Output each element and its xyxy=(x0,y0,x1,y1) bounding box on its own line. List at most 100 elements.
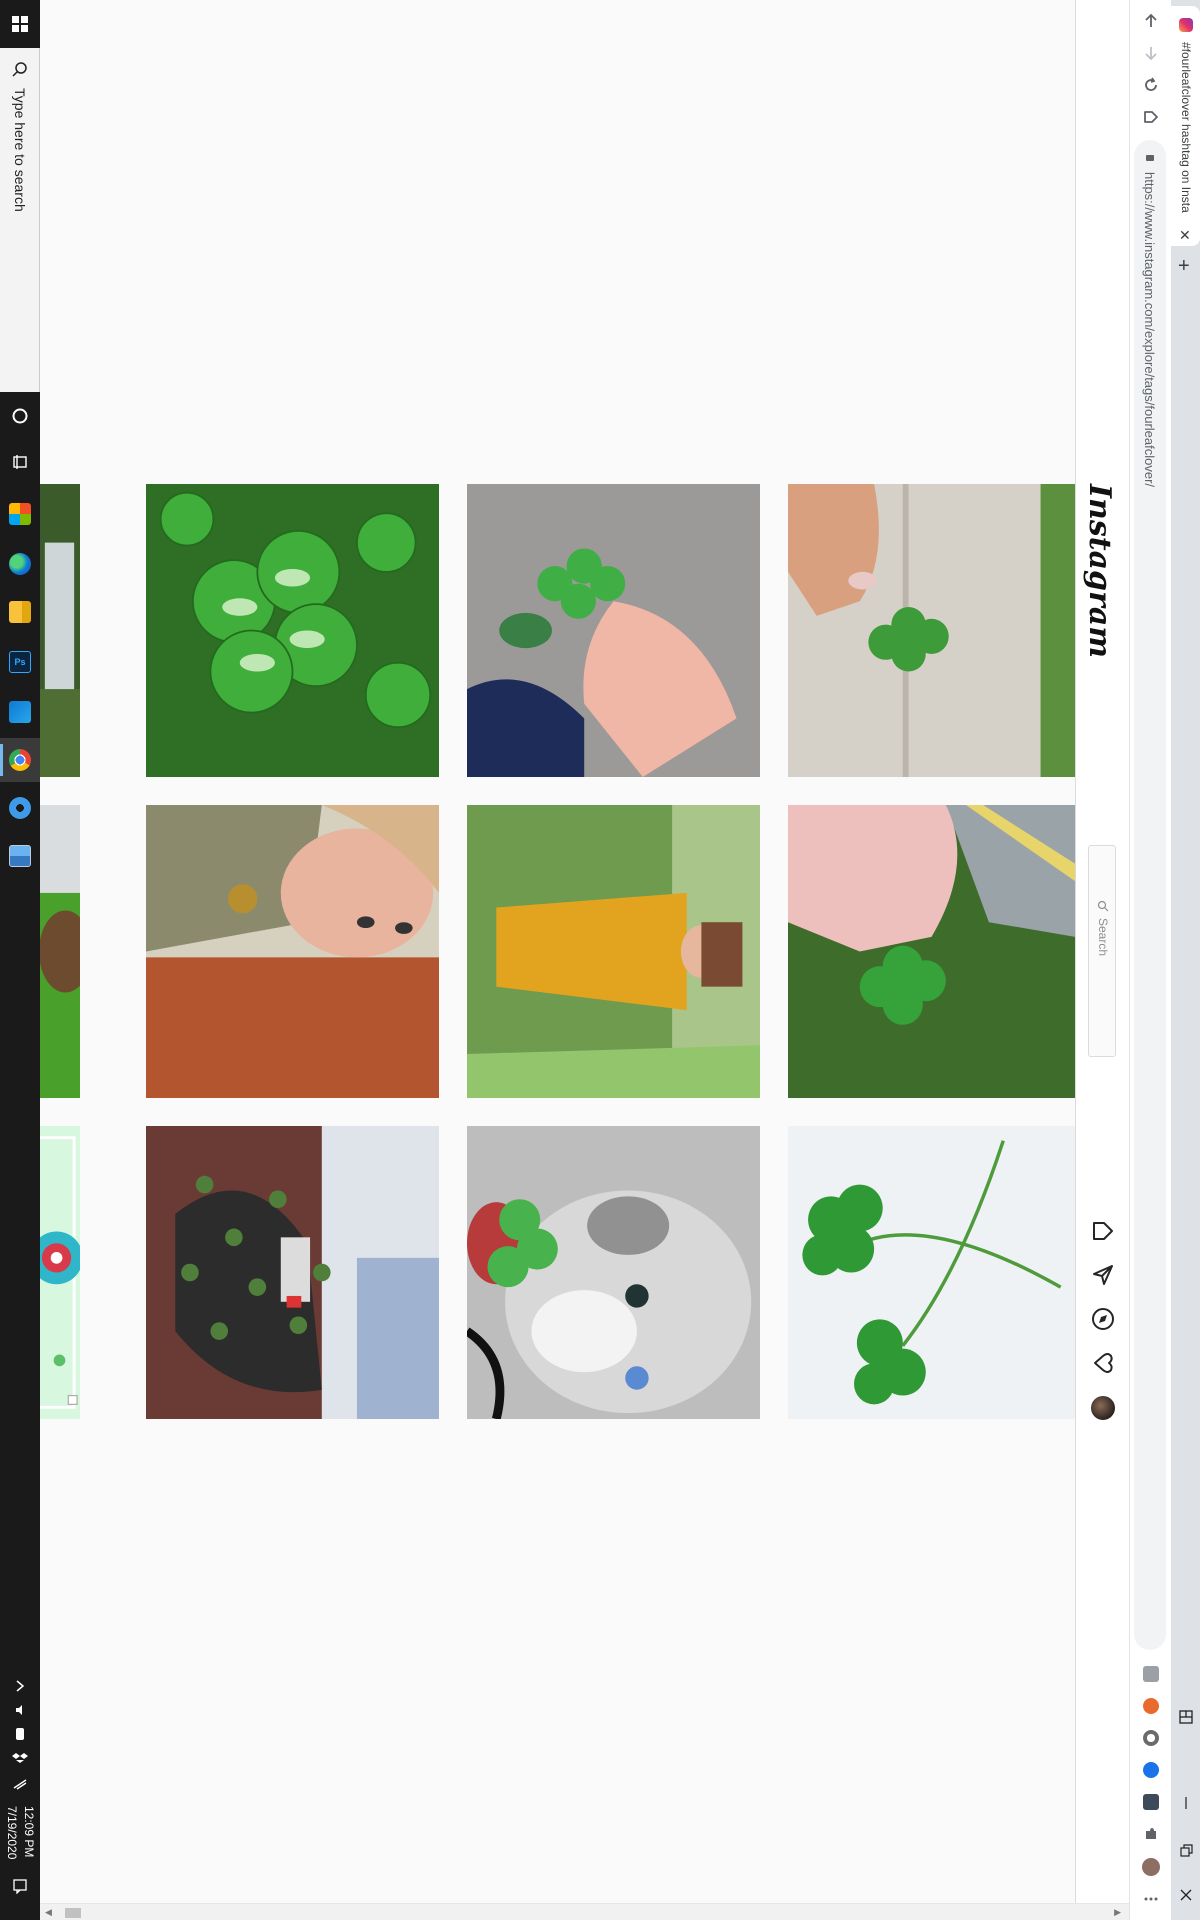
extension-orange-icon[interactable] xyxy=(1143,1698,1159,1714)
address-bar[interactable]: https://www.instagram.com/explore/tags/f… xyxy=(1134,140,1166,1650)
woman-yellow-dress-image xyxy=(467,805,760,1098)
extension-blue-icon[interactable] xyxy=(1143,1762,1159,1778)
back-arrow-icon[interactable] xyxy=(1142,12,1160,30)
menu-kebab-icon[interactable] xyxy=(1142,1890,1160,1908)
restore-icon[interactable] xyxy=(1177,1842,1195,1860)
clock-time: 12:09 PM xyxy=(22,1806,36,1858)
tab-close-button[interactable]: ✕ xyxy=(1179,228,1191,242)
horizontal-scrollbar[interactable]: ◀ ▶ xyxy=(40,1903,1129,1920)
taskbar-app-control-panel[interactable] xyxy=(0,834,40,878)
photo-illustration-image xyxy=(40,1126,80,1419)
photo-hand-holding-clover-sidewalk[interactable] xyxy=(788,484,1075,777)
photo-woman-yellow-lace-dress[interactable] xyxy=(467,805,760,1098)
tab-search-icon[interactable] xyxy=(1177,1708,1195,1726)
search-placeholder: Search xyxy=(1096,918,1110,957)
taskbar-app-photoshop[interactable]: Ps xyxy=(0,640,40,684)
cortana-button[interactable] xyxy=(0,394,40,438)
minimize-icon[interactable] xyxy=(1177,1794,1195,1812)
network-icon[interactable] xyxy=(12,1776,28,1792)
direct-messages-icon[interactable] xyxy=(1090,1262,1116,1288)
browser-toolbar: https://www.instagram.com/explore/tags/f… xyxy=(1129,0,1171,1920)
battery-icon[interactable] xyxy=(12,1726,28,1742)
edge-icon xyxy=(9,553,31,575)
task-view-button[interactable] xyxy=(0,440,40,484)
photo-fingers-holding-clover-road[interactable] xyxy=(788,805,1075,1098)
clock-date: 7/19/2020 xyxy=(5,1806,19,1860)
fingers-clover-road-image xyxy=(788,805,1075,1098)
settings-gear-icon xyxy=(9,797,31,819)
search-icon xyxy=(12,62,27,77)
hand-clover-sidewalk-image xyxy=(788,484,1075,777)
chevron-up-icon[interactable] xyxy=(12,1678,28,1694)
speaker-icon[interactable] xyxy=(12,1702,28,1718)
husky-clover-image xyxy=(467,1126,760,1419)
activity-heart-icon[interactable] xyxy=(1090,1350,1116,1376)
tab-instagram[interactable]: #fourleafclover hashtag on Insta ✕ xyxy=(1171,6,1200,246)
profile-avatar-icon[interactable] xyxy=(1142,1858,1160,1876)
taskbar-app-settings[interactable] xyxy=(0,786,40,830)
partial-photo-dog-grass[interactable] xyxy=(40,805,80,1098)
tab-title: #fourleafclover hashtag on Insta xyxy=(1179,42,1193,213)
home-icon[interactable] xyxy=(1090,1218,1116,1244)
scroll-left-arrow-icon[interactable]: ◀ xyxy=(45,1907,52,1918)
instagram-header: Instagram Search xyxy=(1075,0,1129,1920)
woman-necklace-image xyxy=(146,805,439,1098)
dropbox-icon[interactable] xyxy=(12,1750,28,1766)
partial-photo-illustration[interactable] xyxy=(40,1126,80,1419)
lock-icon xyxy=(1146,155,1154,161)
reload-icon[interactable] xyxy=(1142,76,1160,94)
chrome-icon xyxy=(9,749,31,771)
photo-potted-clover-plant[interactable] xyxy=(146,1126,439,1419)
scroll-right-arrow-icon[interactable]: ▶ xyxy=(1114,1907,1121,1918)
photo-two-clovers-white-background[interactable] xyxy=(788,1126,1075,1419)
windows-logo-icon xyxy=(12,16,28,32)
profile-avatar[interactable] xyxy=(1091,1396,1115,1420)
search-icon xyxy=(1097,900,1109,912)
outlook-icon xyxy=(9,701,31,723)
close-window-icon[interactable] xyxy=(1177,1886,1195,1904)
hand-clover-shoes-image xyxy=(467,484,760,777)
photo-dog-grass-image xyxy=(40,805,80,1098)
taskbar-app-edge[interactable] xyxy=(0,542,40,586)
photo-clover-leaves-closeup[interactable] xyxy=(146,484,439,777)
task-view-icon xyxy=(13,455,27,469)
taskbar-app-store[interactable] xyxy=(0,492,40,536)
explore-compass-icon[interactable] xyxy=(1090,1306,1116,1332)
taskbar-app-file-explorer[interactable] xyxy=(0,590,40,634)
clover-leaves-image xyxy=(146,484,439,777)
url-text: https://www.instagram.com/explore/tags/f… xyxy=(1142,172,1157,488)
potted-clover-image xyxy=(146,1126,439,1419)
photo-husky-with-clover[interactable] xyxy=(467,1126,760,1419)
partial-photo-street[interactable] xyxy=(40,484,80,777)
system-clock[interactable]: 12:09 PM 7/19/2020 xyxy=(0,1800,40,1876)
new-tab-button[interactable]: + xyxy=(1178,256,1190,276)
extensions-puzzle-icon[interactable] xyxy=(1143,1826,1159,1842)
explore-tag-page xyxy=(40,0,1075,1920)
taskbar-search-box[interactable]: Type here to search xyxy=(0,48,40,392)
photo-street-image xyxy=(40,484,80,777)
microsoft-store-icon xyxy=(9,503,31,525)
extension-circle-icon[interactable] xyxy=(1143,1730,1159,1746)
cortana-circle-icon xyxy=(12,408,28,424)
home-page-icon[interactable] xyxy=(1142,108,1160,126)
two-clovers-image xyxy=(788,1126,1075,1419)
folder-icon xyxy=(9,601,31,623)
windows-taskbar: Type here to search Ps 12:09 PM 7/19/202… xyxy=(0,0,40,1920)
start-button[interactable] xyxy=(0,0,40,48)
screen: Type here to search Ps 12:09 PM 7/19/202… xyxy=(0,0,1200,1920)
extension-g-icon[interactable] xyxy=(1143,1666,1159,1682)
taskbar-search-placeholder: Type here to search xyxy=(12,88,28,212)
notifications-icon[interactable] xyxy=(12,1878,28,1894)
photo-woman-clover-necklace[interactable] xyxy=(146,805,439,1098)
taskbar-app-chrome[interactable] xyxy=(0,738,40,782)
instagram-search-input[interactable]: Search xyxy=(1088,845,1116,1057)
browser-tab-strip: #fourleafclover hashtag on Insta ✕ + xyxy=(1171,0,1200,1920)
scrollbar-thumb[interactable] xyxy=(65,1908,81,1918)
instagram-logo[interactable]: Instagram xyxy=(1082,484,1117,658)
photo-hand-holding-clover-shoes[interactable] xyxy=(467,484,760,777)
extension-image-icon[interactable] xyxy=(1143,1794,1159,1810)
forward-arrow-icon[interactable] xyxy=(1142,44,1160,62)
taskbar-app-outlook[interactable] xyxy=(0,690,40,734)
photoshop-icon: Ps xyxy=(9,651,31,673)
instagram-favicon-icon xyxy=(1179,18,1193,32)
